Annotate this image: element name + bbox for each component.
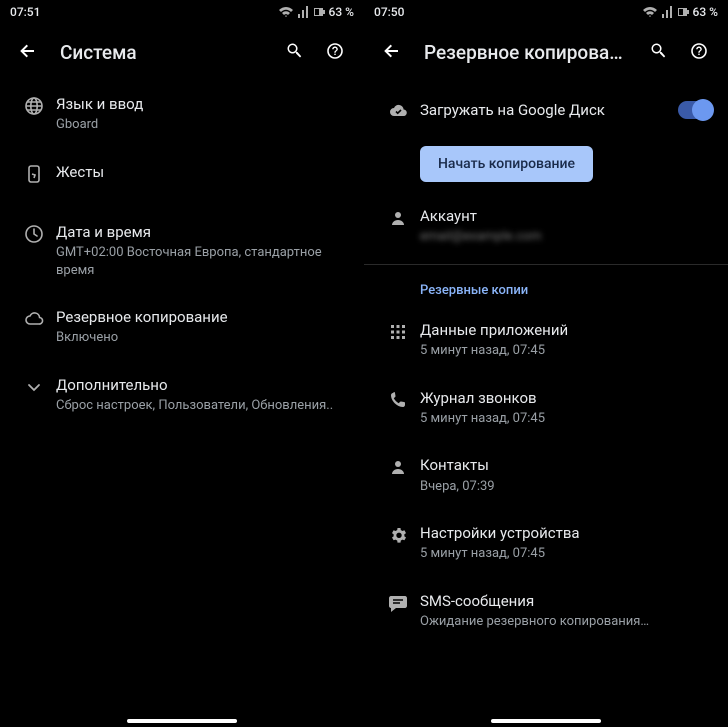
- status-time: 07:51: [10, 5, 40, 19]
- status-battery: 63 %: [329, 5, 354, 19]
- item-title: Загружать на Google Диск: [420, 100, 670, 120]
- clock-icon: [12, 222, 56, 244]
- divider: [364, 264, 728, 265]
- globe-icon: [12, 94, 56, 116]
- screen-backup: 07:50 63 % Резервное копирова… Загружать…: [364, 0, 728, 727]
- item-contacts[interactable]: Контакты Вчера, 07:39: [364, 441, 728, 509]
- phone-icon: [376, 388, 420, 410]
- account-row[interactable]: Аккаунт email@example.com: [364, 192, 728, 260]
- chevron-down-icon: [12, 375, 56, 397]
- account-value: email@example.com: [420, 228, 712, 246]
- page-title: Система: [48, 41, 276, 64]
- item-title: Резервное копирование: [56, 307, 348, 327]
- item-sub: Gboard: [56, 116, 348, 134]
- item-gestures[interactable]: Жесты: [0, 148, 364, 208]
- item-sub: 5 минут назад, 07:45: [420, 410, 712, 428]
- search-button[interactable]: [640, 32, 680, 72]
- content: Язык и ввод Gboard Жесты Дата и время GM…: [0, 80, 364, 727]
- status-bar: 07:50 63 %: [364, 0, 728, 24]
- page-title: Резервное копирова…: [412, 41, 640, 64]
- person-icon: [376, 206, 420, 228]
- status-time: 07:50: [374, 5, 404, 19]
- item-title: Жесты: [56, 162, 348, 182]
- item-title: Дата и время: [56, 222, 348, 242]
- status-right: 63 %: [642, 5, 718, 19]
- battery-icon: [312, 5, 326, 19]
- person-icon: [376, 455, 420, 477]
- item-sms[interactable]: SMS-сообщения Ожидание резервного копиро…: [364, 577, 728, 645]
- item-backup[interactable]: Резервное копирование Включено: [0, 293, 364, 361]
- nav-handle[interactable]: [127, 719, 237, 723]
- item-device-settings[interactable]: Настройки устройства 5 минут назад, 07:4…: [364, 509, 728, 577]
- nav-handle[interactable]: [491, 719, 601, 723]
- app-bar: Резервное копирова…: [364, 24, 728, 80]
- help-button[interactable]: [680, 32, 720, 72]
- item-title: Язык и ввод: [56, 94, 348, 114]
- item-sub: Включено: [56, 329, 348, 347]
- item-call-log[interactable]: Журнал звонков 5 минут назад, 07:45: [364, 374, 728, 442]
- item-title: Дополнительно: [56, 375, 348, 395]
- item-sub: 5 минут назад, 07:45: [420, 342, 712, 360]
- item-sub: Вчера, 07:39: [420, 478, 712, 496]
- item-sub: Ожидание резервного копирования…: [420, 613, 712, 631]
- cloud-done-icon: [376, 99, 420, 121]
- start-backup-button[interactable]: Начать копирование: [420, 146, 593, 182]
- section-heading: Резервные копии: [364, 269, 728, 306]
- item-app-data[interactable]: Данные приложений 5 минут назад, 07:45: [364, 306, 728, 374]
- cloud-icon: [12, 307, 56, 329]
- help-button[interactable]: [316, 32, 356, 72]
- item-sub: Сброс настроек, Пользователи, Обновления…: [56, 397, 348, 415]
- apps-icon: [376, 320, 420, 342]
- back-button[interactable]: [372, 32, 412, 72]
- wifi-icon: [642, 5, 658, 19]
- backup-switch[interactable]: [678, 101, 712, 119]
- battery-icon: [676, 5, 690, 19]
- item-title: Журнал звонков: [420, 388, 712, 408]
- sms-icon: [376, 591, 420, 613]
- status-battery: 63 %: [693, 5, 718, 19]
- back-button[interactable]: [8, 32, 48, 72]
- gear-icon: [376, 523, 420, 545]
- item-title: Настройки устройства: [420, 523, 712, 543]
- item-title: Данные приложений: [420, 320, 712, 340]
- gesture-icon: [12, 162, 56, 184]
- content: Загружать на Google Диск Начать копирова…: [364, 80, 728, 727]
- item-advanced[interactable]: Дополнительно Сброс настроек, Пользовате…: [0, 361, 364, 429]
- search-button[interactable]: [276, 32, 316, 72]
- signal-icon: [297, 5, 309, 19]
- signal-icon: [661, 5, 673, 19]
- item-title: Контакты: [420, 455, 712, 475]
- screen-system: 07:51 63 % Система Язык и ввод Gboard Же…: [0, 0, 364, 727]
- item-sub: 5 минут назад, 07:45: [420, 545, 712, 563]
- item-language[interactable]: Язык и ввод Gboard: [0, 80, 364, 148]
- app-bar: Система: [0, 24, 364, 80]
- item-sub: GMT+02:00 Восточная Европа, стандартное …: [56, 244, 348, 279]
- item-title: SMS-сообщения: [420, 591, 712, 611]
- item-title: Аккаунт: [420, 206, 712, 226]
- backup-toggle-row[interactable]: Загружать на Google Диск: [364, 80, 728, 140]
- status-right: 63 %: [278, 5, 354, 19]
- wifi-icon: [278, 5, 294, 19]
- item-datetime[interactable]: Дата и время GMT+02:00 Восточная Европа,…: [0, 208, 364, 293]
- status-bar: 07:51 63 %: [0, 0, 364, 24]
